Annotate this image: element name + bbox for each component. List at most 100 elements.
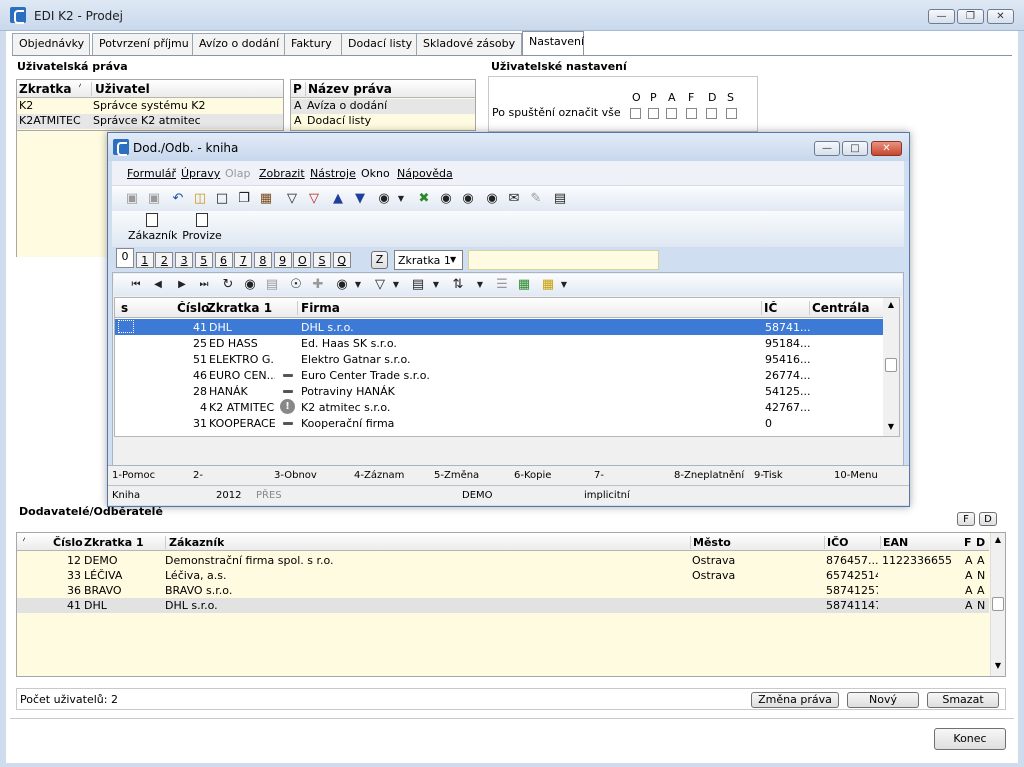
first-record-icon[interactable]: ⏮ (128, 277, 144, 293)
menu-okno[interactable]: Okno (361, 167, 390, 180)
close-button[interactable]: ✕ (987, 9, 1014, 24)
end-button[interactable]: Konec (934, 728, 1006, 750)
fkey-7[interactable]: 7- (594, 470, 604, 481)
scroll-up-icon[interactable]: ▲ (992, 535, 1004, 544)
col-header-ic[interactable]: IČ (761, 301, 777, 315)
fkey-4[interactable]: 4-Záznam (354, 470, 404, 481)
table-row[interactable]: 41 DHL DHL s.r.o. 58741... (115, 319, 883, 335)
index-tab-10[interactable]: S (313, 252, 331, 268)
index-tab-4[interactable]: 5 (194, 252, 213, 268)
tab-avizo-o-dodani[interactable]: Avízo o dodání (192, 33, 285, 55)
undo-icon[interactable]: ↶ (170, 191, 186, 207)
menu-formular[interactable]: Formulář (127, 167, 176, 180)
save-as-icon[interactable]: ▣ (146, 191, 162, 207)
rights-grid[interactable]: P Název práva A Avíza o dodání A Dodací … (290, 79, 476, 131)
col-header-d[interactable]: D (976, 536, 985, 549)
dropdown-icon[interactable]: ▼ (472, 277, 488, 293)
filter-d-button[interactable]: D (979, 512, 997, 526)
col-header-firma[interactable]: Firma (297, 301, 340, 315)
menu-upravy[interactable]: Úpravy (181, 167, 220, 180)
dropdown-icon[interactable]: ▼ (393, 191, 409, 207)
checkbox-p[interactable] (648, 108, 659, 119)
col-header-cislo[interactable]: Číslo (177, 301, 209, 315)
binoculars-icon[interactable]: ◉ (242, 277, 258, 293)
arrow-up-icon[interactable]: ▲ (330, 191, 346, 207)
filter-icon[interactable]: ▽ (284, 191, 300, 207)
filter-icon[interactable]: ▽ (372, 277, 388, 293)
sort-az-icon[interactable]: ⇅ (450, 277, 466, 293)
copy-icon[interactable]: ❐ (236, 191, 252, 207)
new-document-icon[interactable]: □ (214, 191, 230, 207)
table-row[interactable]: 28 HANÁK Potraviny HANÁK 54125... (115, 383, 883, 399)
fkey-3[interactable]: 3-Obnov (274, 470, 317, 481)
dropdown-icon[interactable]: ▼ (556, 277, 572, 293)
index-tab-7[interactable]: 8 (253, 252, 272, 268)
arrow-down-icon[interactable]: ▼ (352, 191, 368, 207)
export-icon[interactable]: ✖ (416, 191, 432, 207)
checkbox-o[interactable] (630, 108, 641, 119)
fkey-10[interactable]: 10-Menu (834, 470, 878, 481)
fkey-1[interactable]: 1-Pomoc (112, 470, 155, 481)
table-row[interactable]: 31 KOOPERACE Kooperační firma 0 (115, 415, 883, 431)
tab-potvrzeni-prijmu[interactable]: Potvrzení příjmu (92, 33, 193, 55)
table-row[interactable]: 12 DEMO Demonstrační firma spol. s r.o. Ost… (17, 553, 989, 568)
table-row[interactable]: 36 BRAVO BRAVO s.r.o. 58741257 A A (17, 583, 989, 598)
find-next-icon[interactable]: ◉ (460, 191, 476, 207)
filter-delete-icon[interactable]: ▽ (306, 191, 322, 207)
list-item[interactable]: A Dodací listy (291, 114, 475, 129)
col-header-nazev-prava[interactable]: Název práva (305, 82, 392, 96)
menu-olap[interactable]: Olap (225, 167, 250, 180)
table-row[interactable]: 25 ED HASS Ed. Haas SK s.r.o. 95184... (115, 335, 883, 351)
minimize-button[interactable]: — (928, 9, 955, 24)
fkey-8[interactable]: 8-Zneplatnění (674, 470, 744, 481)
records-grid[interactable]: s Číslo Zkratka 1 Firma IČ Centrála 41 DH… (114, 297, 900, 437)
col-header-ean[interactable]: EAN (880, 536, 908, 549)
find-replace-icon[interactable]: ◉ (484, 191, 500, 207)
commission-tool[interactable]: Provize (182, 213, 222, 242)
index-tab-11[interactable]: Q (332, 252, 351, 268)
col-header-zkratka[interactable]: Zkratka (19, 82, 72, 96)
fkey-2[interactable]: 2- (193, 470, 203, 481)
delete-button[interactable]: Smazat (927, 692, 999, 708)
insert-icon[interactable]: ✚ (310, 277, 326, 293)
scrollbar[interactable]: ▲ ▼ (990, 533, 1005, 676)
dropdown-icon[interactable]: ▼ (428, 277, 444, 293)
index-tab-2[interactable]: 2 (155, 252, 174, 268)
col-header-cislo[interactable]: Číslo (53, 536, 83, 549)
col-header-f[interactable]: F (964, 536, 972, 549)
menu-nastroje[interactable]: Nástroje (310, 167, 356, 180)
index-tab-9[interactable]: O (293, 252, 312, 268)
camera-icon[interactable]: ◉ (376, 191, 392, 207)
quick-search-input[interactable] (468, 250, 659, 270)
suppliers-grid[interactable]: ⁄ Číslo Zkratka 1 Zákazník Město IČO EAN… (16, 532, 1006, 677)
dialog-minimize-button[interactable]: — (814, 141, 840, 156)
find-icon[interactable]: ◉ (438, 191, 454, 207)
filter-f-button[interactable]: F (957, 512, 975, 526)
tab-faktury[interactable]: Faktury (284, 33, 342, 55)
dropdown-icon[interactable]: ▼ (350, 277, 366, 293)
tab-objednavky[interactable]: Objednávky (12, 33, 90, 55)
col-header-zakaznik[interactable]: Zákazník (165, 536, 224, 549)
tag-icon[interactable]: ☉ (288, 277, 304, 293)
checkbox-a[interactable] (666, 108, 677, 119)
print-icon[interactable]: ▤ (264, 277, 280, 293)
col-header-zkratka1[interactable]: Zkratka 1 (84, 536, 144, 549)
customer-tool[interactable]: Zákazník (128, 213, 177, 242)
col-header-mesto[interactable]: Město (690, 536, 731, 549)
report-icon[interactable]: ▦ (540, 277, 556, 293)
scroll-down-icon[interactable]: ▼ (885, 422, 897, 431)
tab-dodaci-listy[interactable]: Dodací listy (341, 33, 417, 55)
index-tab-1[interactable]: 1 (135, 252, 154, 268)
table-row[interactable]: 4 K2 ATMITEC K2 atmitec s.r.o. 42767...! (115, 399, 883, 415)
col-header-zkratka1[interactable]: Zkratka 1 (207, 301, 272, 315)
index-tab-0[interactable]: 0 (116, 248, 134, 268)
scroll-down-icon[interactable]: ▼ (992, 661, 1004, 670)
menu-zobrazit[interactable]: Zobrazit (259, 167, 305, 180)
fkey-5[interactable]: 5-Změna (434, 470, 479, 481)
scroll-thumb[interactable] (992, 597, 1004, 611)
index-tab-3[interactable]: 3 (175, 252, 194, 268)
tab-skladove-zasoby[interactable]: Skladové zásoby (416, 33, 522, 55)
col-header-s[interactable]: s (121, 301, 128, 315)
col-header-centrala[interactable]: Centrála (809, 301, 869, 315)
list-item[interactable]: K2ATMITEC Správce K2 atmitec (17, 114, 283, 129)
